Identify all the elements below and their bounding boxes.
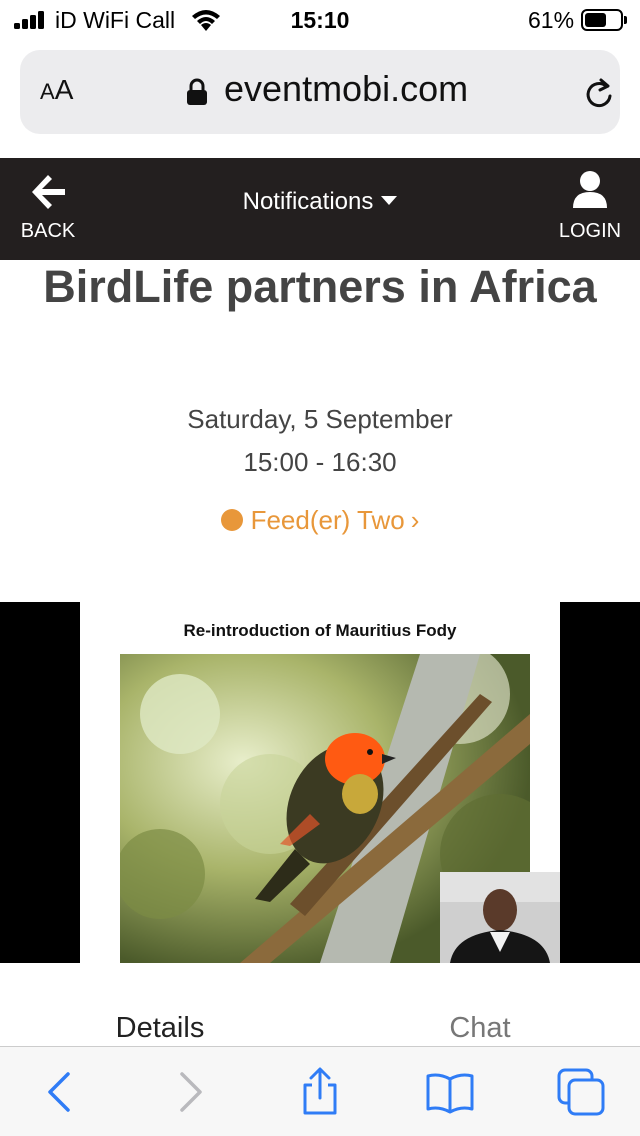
caret-down-icon <box>381 196 398 205</box>
track-name: Feed(er) Two <box>250 505 405 535</box>
login-label: LOGIN <box>558 220 622 242</box>
session-time: 15:00 - 16:30 <box>243 447 397 477</box>
battery-percent: 61% <box>528 7 575 33</box>
notifications-dropdown[interactable]: Notifications <box>200 188 440 228</box>
url-text[interactable]: eventmobi.com <box>224 68 468 110</box>
bookmarks-icon[interactable] <box>425 1067 475 1117</box>
back-button[interactable]: BACK <box>0 158 100 260</box>
forward-chevron-icon[interactable] <box>164 1067 214 1117</box>
text-size-button[interactable]: AA <box>40 74 73 106</box>
back-chevron-icon[interactable] <box>36 1067 86 1117</box>
session-title: BirdLife partners in Africa <box>43 261 597 312</box>
battery-level-fill <box>585 13 606 27</box>
track-color-dot <box>220 509 243 531</box>
browser-address-area: AA eventmobi.com <box>0 40 640 158</box>
video-player[interactable]: Re-introduction of Mauritius Fody <box>0 602 640 963</box>
login-button[interactable]: LOGIN <box>540 158 640 260</box>
address-bar[interactable]: AA eventmobi.com <box>20 50 620 134</box>
lock-icon <box>187 78 207 105</box>
track-link[interactable]: Feed(er) Two › <box>0 505 640 536</box>
battery-icon <box>581 9 627 31</box>
tabs-icon[interactable] <box>556 1067 606 1117</box>
share-icon[interactable] <box>295 1067 345 1117</box>
tab-chat[interactable]: Chat <box>400 1012 560 1045</box>
chevron-right-icon: › <box>410 505 420 535</box>
nav-title: Notifications <box>242 188 374 215</box>
app-nav-bar: BACK Notifications LOGIN <box>0 158 640 260</box>
session-date: Saturday, 5 September <box>187 404 453 434</box>
text-size-small-label: A <box>40 79 55 104</box>
reload-icon[interactable] <box>580 74 620 114</box>
tab-details[interactable]: Details <box>80 1012 240 1045</box>
back-label: BACK <box>20 220 76 242</box>
slide-title: Re-introduction of Mauritius Fody <box>183 621 457 640</box>
text-size-big-label: A <box>54 74 74 105</box>
session-tabs: Details Chat <box>0 1000 640 1050</box>
browser-toolbar <box>0 1046 640 1136</box>
user-icon <box>573 171 607 208</box>
status-bar: iD WiFi Call 15:10 61% <box>0 0 640 40</box>
speaker-webcam-thumbnail <box>440 872 560 963</box>
back-arrow-icon <box>32 175 65 209</box>
